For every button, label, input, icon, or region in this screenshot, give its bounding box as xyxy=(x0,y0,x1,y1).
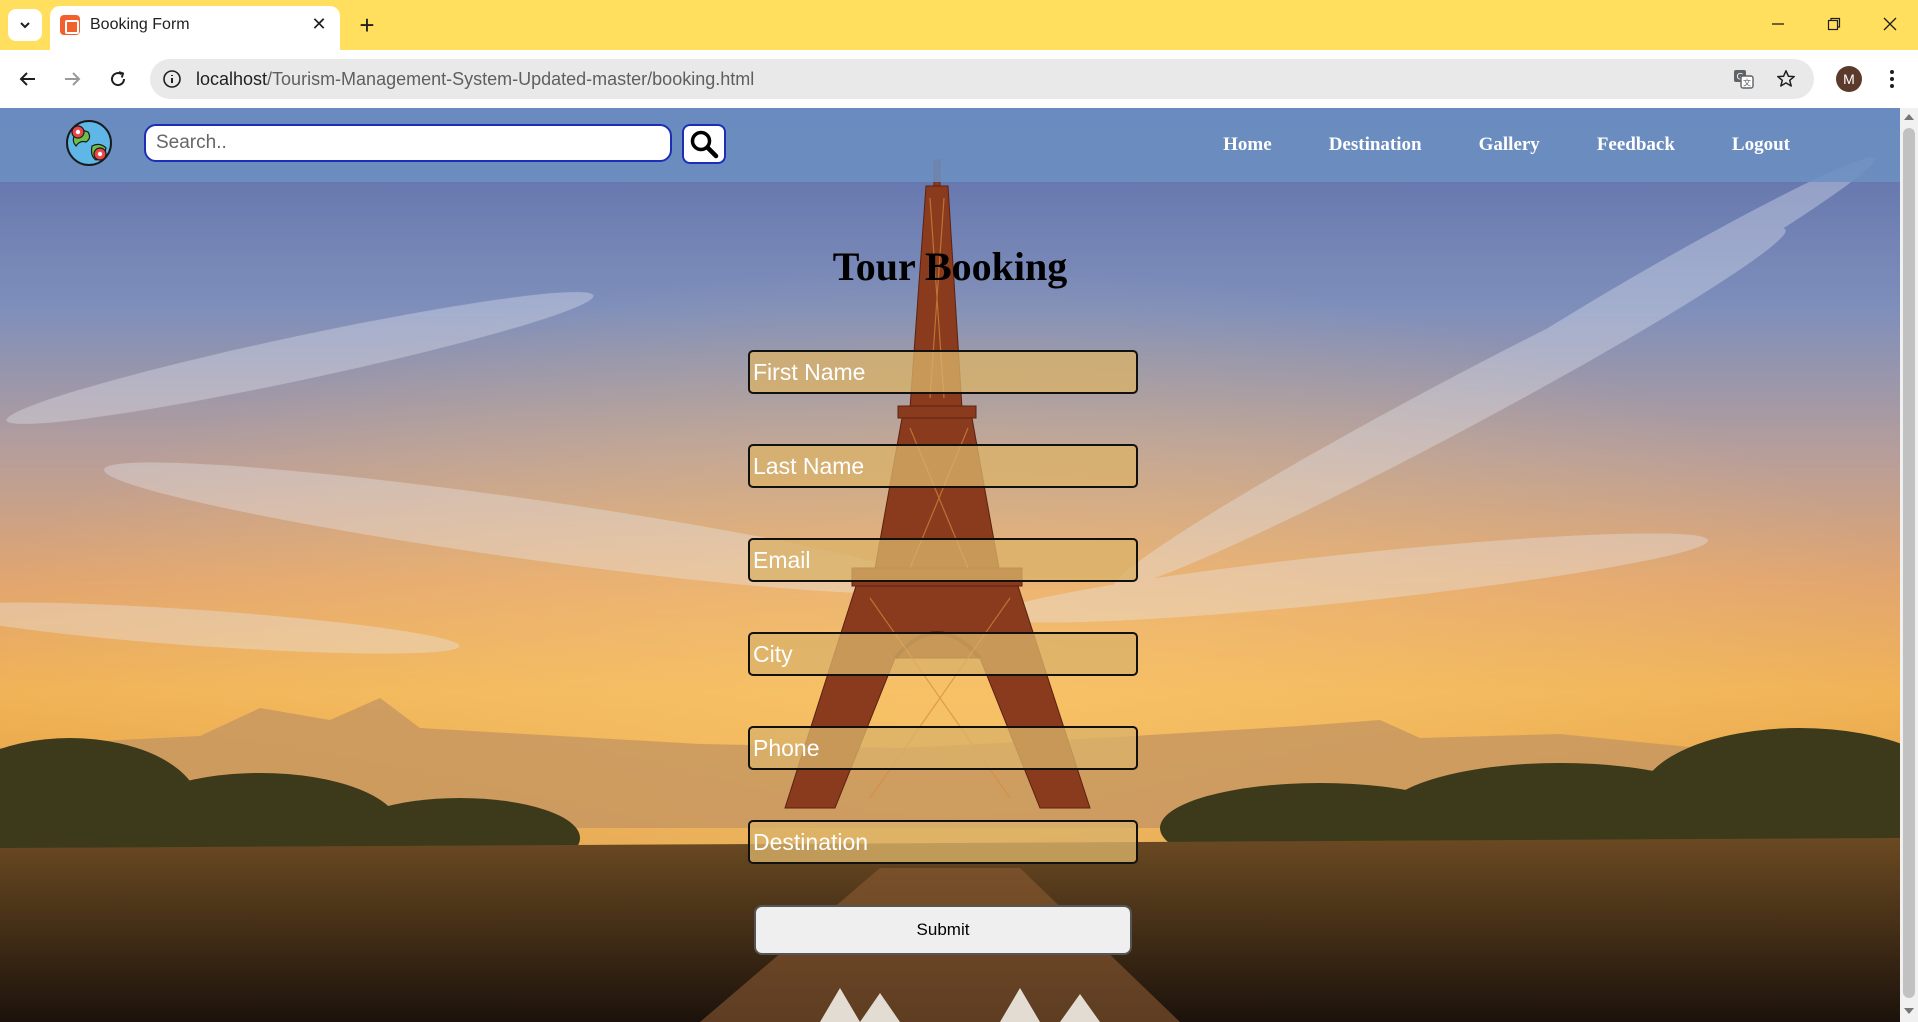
new-tab-plus-icon[interactable]: + xyxy=(352,10,382,40)
site-navbar: Home Destination Gallery Feedback Logout xyxy=(0,108,1900,182)
nav-links: Home Destination Gallery Feedback Logout xyxy=(1223,108,1790,182)
minimize-icon[interactable] xyxy=(1758,6,1798,42)
browser-toolbar: localhost/Tourism-Management-System-Upda… xyxy=(0,50,1918,108)
site-info-icon[interactable] xyxy=(162,69,182,89)
nav-home-link[interactable]: Home xyxy=(1223,134,1272,156)
scroll-up-arrow-icon[interactable] xyxy=(1904,114,1914,120)
profile-avatar[interactable]: M xyxy=(1836,66,1862,92)
bookmark-star-icon[interactable] xyxy=(1774,67,1798,91)
address-bar[interactable]: localhost/Tourism-Management-System-Upda… xyxy=(150,59,1814,99)
restore-icon[interactable] xyxy=(1814,6,1854,42)
page-scrollbar[interactable] xyxy=(1900,108,1918,1022)
search-icon xyxy=(690,130,719,159)
tab-title: Booking Form xyxy=(90,16,190,33)
search-input[interactable] xyxy=(144,124,672,162)
close-window-icon[interactable] xyxy=(1870,6,1910,42)
tab-search-button[interactable] xyxy=(8,9,42,41)
nav-gallery-link[interactable]: Gallery xyxy=(1479,134,1540,156)
url-text[interactable]: localhost/Tourism-Management-System-Upda… xyxy=(196,69,754,90)
scrollbar-thumb[interactable] xyxy=(1903,128,1915,998)
city-field[interactable] xyxy=(748,632,1138,676)
destination-field[interactable] xyxy=(748,820,1138,864)
svg-text:文: 文 xyxy=(1743,78,1751,88)
url-path: /Tourism-Management-System-Updated-maste… xyxy=(267,69,755,89)
page-viewport: Home Destination Gallery Feedback Logout… xyxy=(0,108,1900,1022)
globe-logo-icon[interactable] xyxy=(64,118,114,168)
browser-tab-active[interactable]: Booking Form ✕ xyxy=(50,6,340,50)
translate-icon[interactable]: G文 xyxy=(1732,67,1756,91)
first-name-field[interactable] xyxy=(748,350,1138,394)
browser-tab-strip: Booking Form ✕ + xyxy=(0,0,1918,50)
submit-button[interactable]: Submit xyxy=(754,905,1132,955)
tab-close-icon[interactable]: ✕ xyxy=(306,11,332,37)
last-name-field[interactable] xyxy=(748,444,1138,488)
back-arrow-icon[interactable] xyxy=(12,63,44,95)
email-field[interactable] xyxy=(748,538,1138,582)
nav-logout-link[interactable]: Logout xyxy=(1732,134,1790,156)
scroll-down-arrow-icon[interactable] xyxy=(1904,1008,1914,1014)
forward-arrow-icon[interactable] xyxy=(56,63,88,95)
phone-field[interactable] xyxy=(748,726,1138,770)
reload-icon[interactable] xyxy=(102,63,134,95)
xampp-favicon-icon xyxy=(60,15,80,35)
nav-feedback-link[interactable]: Feedback xyxy=(1597,134,1675,156)
more-menu-icon[interactable] xyxy=(1880,64,1904,94)
search-button[interactable] xyxy=(682,124,726,164)
page-title: Tour Booking xyxy=(832,244,1068,289)
url-host: localhost xyxy=(196,69,268,89)
nav-destination-link[interactable]: Destination xyxy=(1329,134,1422,156)
chevron-down-icon xyxy=(20,22,30,29)
